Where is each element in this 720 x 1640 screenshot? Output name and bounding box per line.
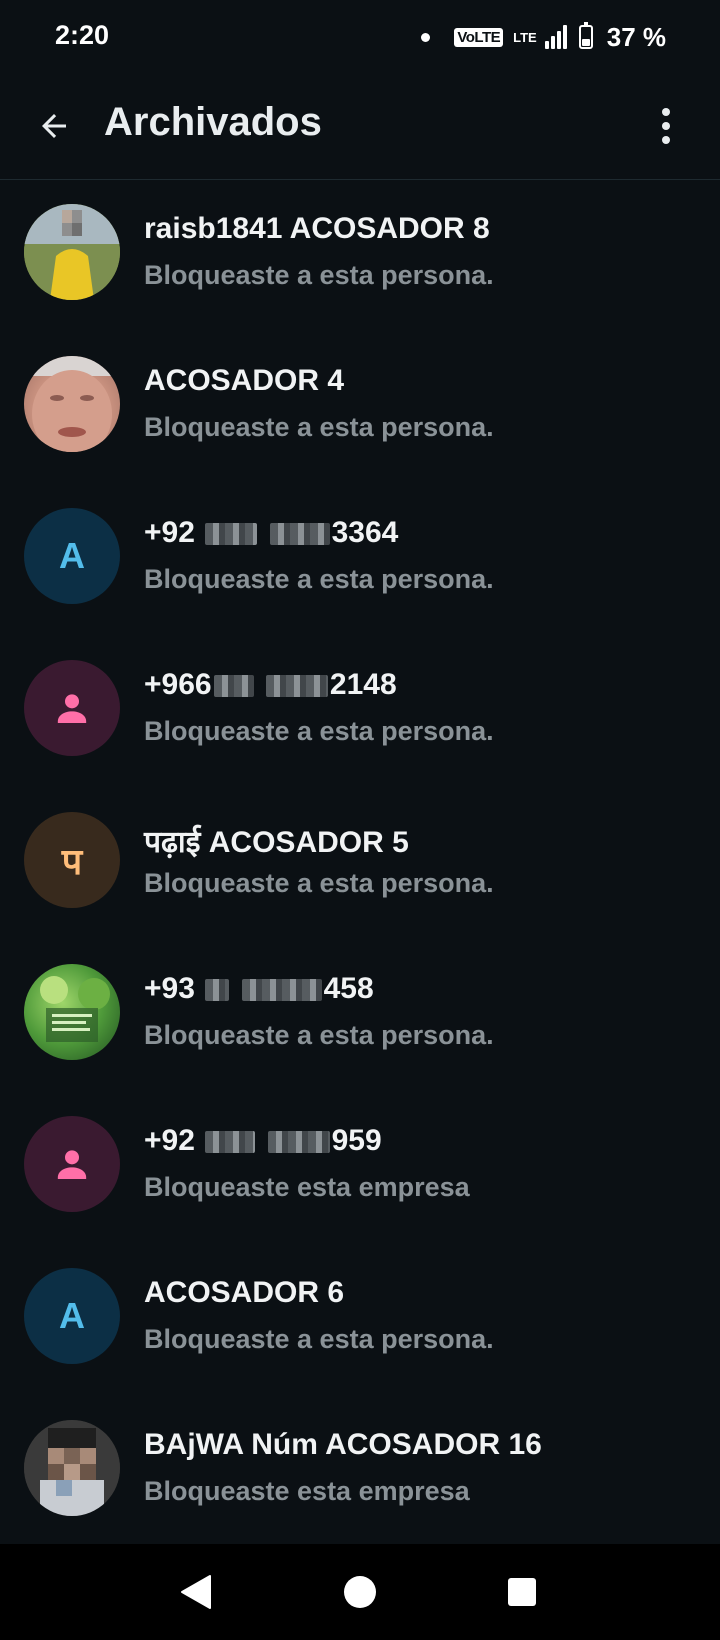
- nav-home-button[interactable]: [334, 1566, 386, 1618]
- avatar[interactable]: [24, 204, 120, 300]
- redacted-block: [205, 1131, 256, 1154]
- back-button[interactable]: [24, 96, 84, 156]
- chat-status: Bloqueaste a esta persona.: [144, 564, 494, 594]
- archived-chat-list: raisb1841 ACOSADOR 8 Bloqueaste a esta p…: [0, 180, 720, 1548]
- chat-status: Bloqueaste a esta persona.: [144, 716, 494, 746]
- contact-photo-icon: [24, 356, 120, 452]
- page-title: Archivados: [104, 100, 322, 144]
- avatar[interactable]: A: [24, 1268, 120, 1364]
- more-options-button[interactable]: [636, 96, 696, 156]
- nav-recents-button[interactable]: [496, 1566, 548, 1618]
- chat-row[interactable]: BAjWA Núm ACOSADOR 16 Bloqueaste esta em…: [0, 1396, 720, 1548]
- chat-status: Bloqueaste a esta persona.: [144, 260, 494, 290]
- chat-status: Bloqueaste a esta persona.: [144, 1020, 494, 1050]
- avatar[interactable]: [24, 964, 120, 1060]
- avatar[interactable]: प: [24, 812, 120, 908]
- nav-back-button[interactable]: [170, 1566, 222, 1618]
- chat-status: Bloqueaste a esta persona.: [144, 1324, 494, 1354]
- screen: 2:20 VoLTE LTE 37 % Archivados raisb1841…: [0, 0, 720, 1640]
- redacted-block: [267, 1131, 330, 1154]
- app-bar: Archivados: [0, 72, 720, 180]
- notification-dot-icon: [421, 32, 431, 42]
- status-bar: 2:20 VoLTE LTE 37 %: [0, 0, 720, 72]
- volte-icon: VoLTE: [454, 27, 504, 47]
- person-icon: [57, 1150, 87, 1179]
- arrow-back-icon: [42, 114, 66, 138]
- avatar[interactable]: A: [24, 508, 120, 604]
- chat-name: raisb1841 ACOSADOR 8: [144, 212, 490, 245]
- avatar[interactable]: [24, 660, 120, 756]
- chat-name: ACOSADOR 6: [144, 1276, 345, 1309]
- redacted-block: [205, 979, 230, 1002]
- square-recents-icon: [508, 1578, 536, 1606]
- circle-home-icon: [344, 1576, 376, 1608]
- status-time: 2:20: [55, 20, 110, 50]
- chat-row[interactable]: +92 959 Bloqueaste esta empresa: [0, 1092, 720, 1244]
- avatar-letter: A: [59, 1295, 85, 1336]
- chat-status: Bloqueaste a esta persona.: [144, 868, 494, 898]
- contact-photo-icon: [24, 204, 120, 300]
- triangle-back-icon: [181, 1575, 211, 1609]
- chat-name: पढ़ाई ACOSADOR 5: [144, 826, 409, 859]
- contact-photo-icon: [24, 1420, 120, 1516]
- chat-row[interactable]: A +92 3364 Bloqueaste a esta persona.: [0, 484, 720, 636]
- chat-row[interactable]: प पढ़ाई ACOSADOR 5 Bloqueaste a esta per…: [0, 788, 720, 940]
- avatar-letter: A: [59, 535, 85, 576]
- person-icon: [57, 694, 87, 723]
- avatar[interactable]: [24, 1116, 120, 1212]
- status-icons: VoLTE LTE 37 %: [421, 20, 666, 54]
- redacted-block: [205, 523, 258, 546]
- avatar[interactable]: [24, 1420, 120, 1516]
- chat-name: +93 458: [144, 972, 374, 1005]
- avatar-letter: प: [61, 840, 83, 882]
- avatar[interactable]: [24, 356, 120, 452]
- chat-status: Bloqueaste a esta persona.: [144, 412, 494, 442]
- chat-name: +92 959: [144, 1124, 382, 1157]
- redacted-block: [269, 523, 330, 546]
- redacted-block: [213, 675, 254, 698]
- battery-icon: [578, 22, 593, 49]
- signal-icon: [544, 25, 567, 49]
- chat-row[interactable]: +966 2148 Bloqueaste a esta persona.: [0, 636, 720, 788]
- chat-status: Bloqueaste esta empresa: [144, 1172, 470, 1202]
- redacted-block: [265, 675, 328, 698]
- chat-row[interactable]: ACOSADOR 4 Bloqueaste a esta persona.: [0, 332, 720, 484]
- contact-photo-icon: [40, 976, 110, 1042]
- more-vert-icon: [662, 108, 670, 116]
- chat-row[interactable]: +93 458 Bloqueaste a esta persona.: [0, 940, 720, 1092]
- chat-row[interactable]: A ACOSADOR 6 Bloqueaste a esta persona.: [0, 1244, 720, 1396]
- lte-label: LTE: [513, 29, 537, 45]
- navigation-bar: [0, 1544, 720, 1640]
- battery-percent: 37 %: [606, 21, 666, 52]
- chat-name: BAjWA Núm ACOSADOR 16: [144, 1428, 542, 1461]
- chat-name: +92 3364: [144, 516, 399, 549]
- chat-row[interactable]: raisb1841 ACOSADOR 8 Bloqueaste a esta p…: [0, 180, 720, 332]
- chat-name: ACOSADOR 4: [144, 364, 345, 397]
- chat-name: +966 2148: [144, 668, 397, 701]
- redacted-block: [241, 979, 322, 1002]
- chat-status: Bloqueaste esta empresa: [144, 1476, 470, 1506]
